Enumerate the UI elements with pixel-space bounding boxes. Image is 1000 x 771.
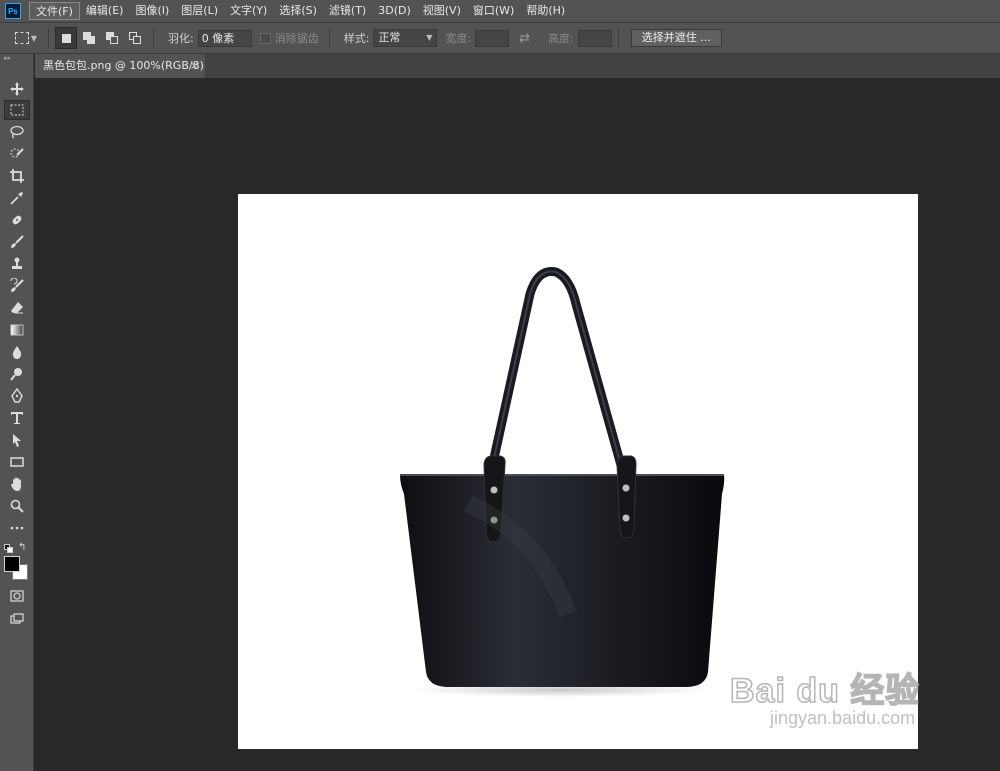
height-label: 高度: xyxy=(548,32,574,45)
document-tab-bar: 黑色包包.png @ 100%(RGB/8) × xyxy=(35,54,1000,78)
dodge-tool-icon[interactable] xyxy=(4,364,30,384)
menu-layer[interactable]: 图层(L) xyxy=(175,2,224,20)
chevron-down-icon: ▼ xyxy=(30,33,38,43)
menu-3d[interactable]: 3D(D) xyxy=(372,2,417,20)
menu-help[interactable]: 帮助(H) xyxy=(520,2,571,20)
rectangle-tool-icon[interactable] xyxy=(4,452,30,472)
tool-preset-picker[interactable]: ▼ xyxy=(10,27,42,49)
foreground-color-swatch[interactable] xyxy=(4,556,20,572)
options-bar: ▼ 羽化: 0 像素 消除锯齿 样式: 正常 ▼ 宽度: ⇄ 高度: 选择并遮住… xyxy=(0,22,1000,54)
clone-stamp-tool-icon[interactable] xyxy=(4,254,30,274)
width-label: 宽度: xyxy=(445,32,472,45)
menu-filter[interactable]: 滤镜(T) xyxy=(323,2,372,20)
divider xyxy=(153,28,154,48)
divider xyxy=(328,28,330,48)
more-tools-icon[interactable] xyxy=(4,518,30,538)
menu-window[interactable]: 窗口(W) xyxy=(467,2,520,20)
blur-tool-icon[interactable] xyxy=(4,342,30,362)
healing-brush-tool-icon[interactable] xyxy=(4,210,30,230)
chevron-down-icon: ▼ xyxy=(426,33,433,42)
divider xyxy=(617,28,619,48)
zoom-tool-icon[interactable] xyxy=(4,496,30,516)
new-selection-button[interactable] xyxy=(55,27,77,49)
document-tab[interactable]: 黑色包包.png @ 100%(RGB/8) × xyxy=(35,54,205,78)
quick-select-tool-icon[interactable] xyxy=(4,144,30,164)
rect-marquee-tool-icon[interactable] xyxy=(4,100,30,120)
height-input[interactable] xyxy=(577,29,612,47)
quick-mask-icon[interactable] xyxy=(4,586,30,606)
photoshop-logo-icon: Ps xyxy=(5,3,21,19)
subtract-selection-icon xyxy=(106,32,118,44)
hand-tool-icon[interactable] xyxy=(4,474,30,494)
eyedropper-tool-icon[interactable] xyxy=(4,188,30,208)
style-label: 样式: xyxy=(343,32,370,45)
move-tool-icon[interactable] xyxy=(4,79,30,99)
type-tool-icon[interactable] xyxy=(4,408,30,428)
path-select-tool-icon[interactable] xyxy=(4,430,30,450)
baidu-logo: Bai du 经验 xyxy=(729,671,921,711)
watermark-url: jingyan.baidu.com xyxy=(770,708,916,728)
style-select[interactable]: 正常 ▼ xyxy=(373,29,438,47)
document-tab-label: 黑色包包.png @ 100%(RGB/8) xyxy=(43,59,204,72)
panel-collapse-icon[interactable]: ▸▸ xyxy=(0,54,33,62)
menu-edit[interactable]: 编辑(E) xyxy=(80,2,130,20)
add-to-selection-button[interactable] xyxy=(78,27,100,49)
swap-colors-icon[interactable]: ↰ xyxy=(18,542,26,553)
width-input[interactable] xyxy=(475,29,510,47)
add-selection-icon xyxy=(83,32,95,44)
tools-panel: ▸▸ ↰ xyxy=(0,54,34,771)
menu-select[interactable]: 选择(S) xyxy=(273,2,323,20)
antialias-label: 消除锯齿 xyxy=(274,32,319,45)
eraser-tool-icon[interactable] xyxy=(4,298,30,318)
screen-mode-icon[interactable] xyxy=(4,609,30,629)
antialias-checkbox[interactable] xyxy=(259,32,271,44)
close-icon[interactable]: × xyxy=(190,54,199,78)
crop-tool-icon[interactable] xyxy=(4,166,30,186)
pen-tool-icon[interactable] xyxy=(4,386,30,406)
history-brush-tool-icon[interactable] xyxy=(4,276,30,296)
swap-dimensions-icon[interactable]: ⇄ xyxy=(519,31,530,46)
menu-image[interactable]: 图像(I) xyxy=(129,2,175,20)
feather-label: 羽化: xyxy=(168,32,194,45)
feather-input[interactable]: 0 像素 xyxy=(197,29,252,47)
menu-file[interactable]: 文件(F) xyxy=(29,2,80,20)
menu-bar: Ps 文件(F) 编辑(E) 图像(I) 图层(L) 文字(Y) 选择(S) 滤… xyxy=(0,0,1000,22)
new-selection-icon xyxy=(61,33,71,43)
divider xyxy=(48,28,49,48)
gradient-tool-icon[interactable] xyxy=(4,320,30,340)
default-colors-icon[interactable] xyxy=(4,544,14,553)
subtract-selection-button[interactable] xyxy=(101,27,123,49)
brush-tool-icon[interactable] xyxy=(4,232,30,252)
intersect-selection-icon xyxy=(129,32,141,44)
select-and-mask-button[interactable]: 选择并遮住 ... xyxy=(630,29,722,47)
menu-type[interactable]: 文字(Y) xyxy=(224,2,273,20)
lasso-tool-icon[interactable] xyxy=(4,122,30,142)
baidu-watermark: Bai du 经验 jingyan.baidu.com xyxy=(729,663,921,729)
menu-view[interactable]: 视图(V) xyxy=(417,2,467,20)
intersect-selection-button[interactable] xyxy=(124,27,146,49)
marquee-icon xyxy=(14,32,29,44)
style-value: 正常 xyxy=(378,31,401,44)
